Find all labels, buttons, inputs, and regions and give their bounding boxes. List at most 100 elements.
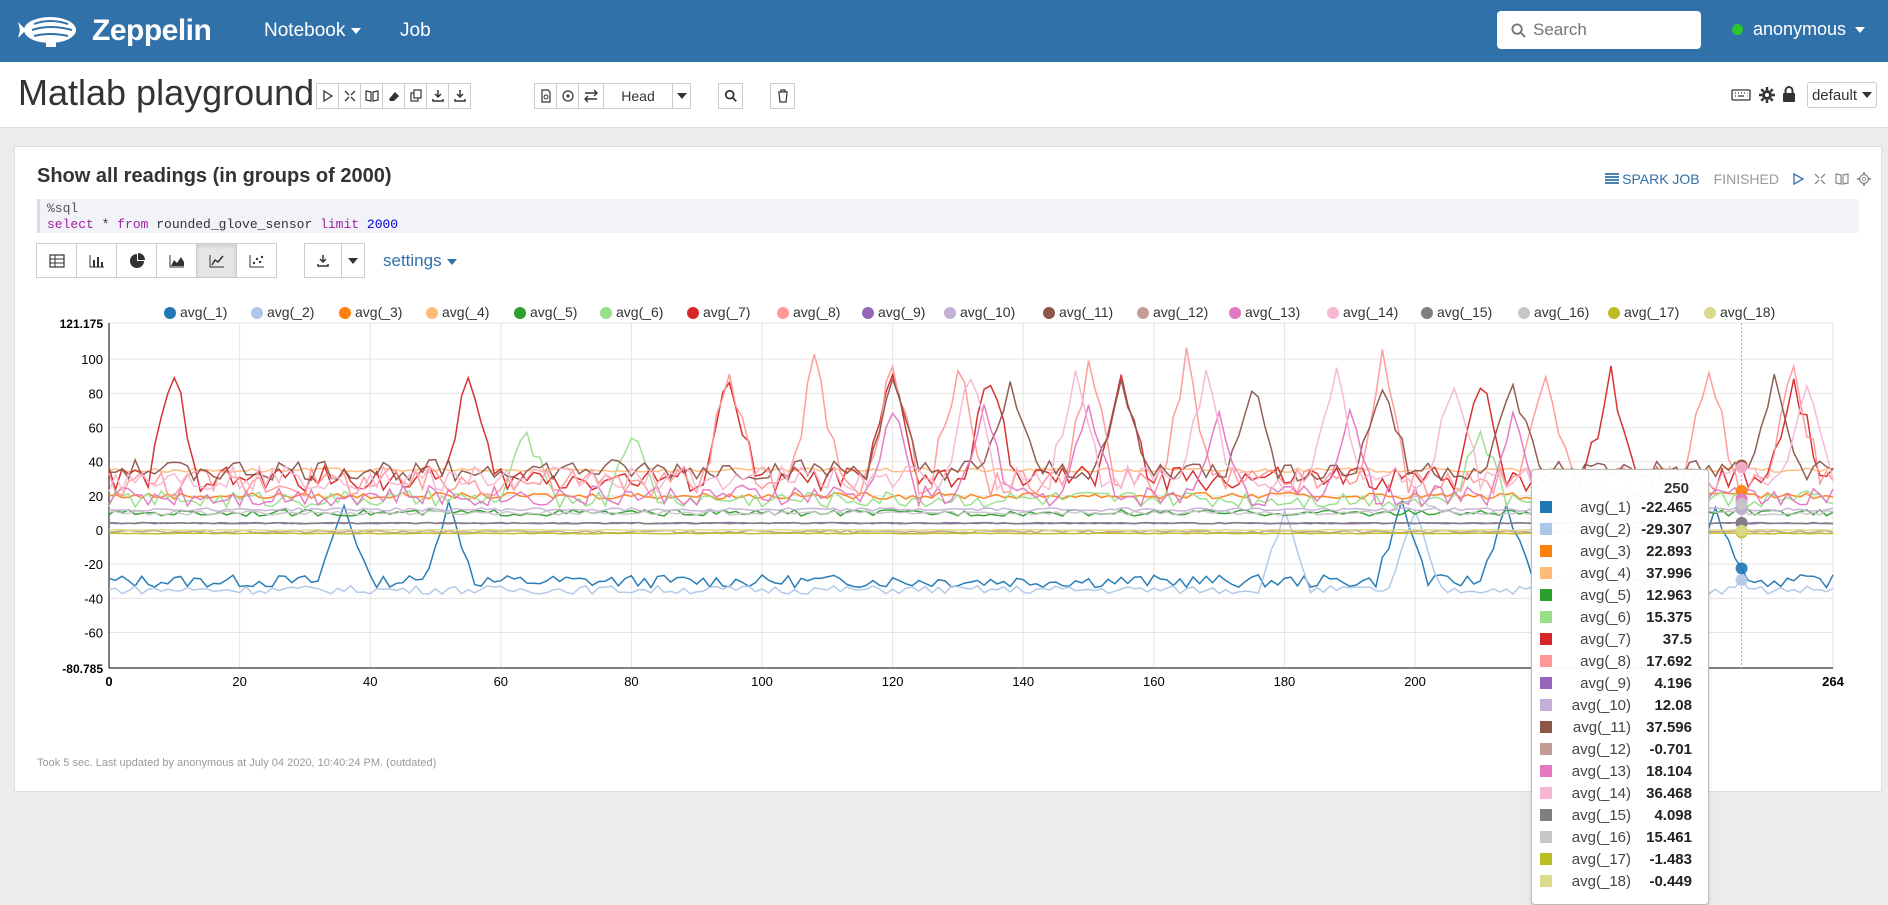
interpreter-binding-select[interactable]: default [1807, 82, 1877, 108]
search-input[interactable] [1533, 20, 1693, 40]
tooltip-swatch [1540, 523, 1552, 535]
legend-swatch [777, 307, 789, 319]
tooltip-swatch [1540, 611, 1552, 623]
legend-swatch [251, 307, 263, 319]
lock-icon[interactable] [1782, 86, 1796, 102]
play-icon[interactable] [1791, 172, 1805, 186]
legend-swatch [1608, 307, 1620, 319]
x-tick-label: 120 [882, 674, 904, 689]
revision-dropdown-button[interactable] [672, 83, 691, 109]
bar-chart-button[interactable] [76, 243, 117, 278]
collapse-icon[interactable] [1813, 172, 1827, 186]
spark-job-link[interactable]: SPARK JOB [1605, 171, 1700, 187]
tooltip-series-value: -29.307 [1641, 520, 1692, 538]
tooltip-row: avg(_6) 15.375 [1532, 606, 1708, 628]
tooltip-series-value: 15.461 [1646, 828, 1692, 846]
version-control-button[interactable] [534, 83, 557, 109]
chart-settings-toggle[interactable]: settings [383, 251, 457, 271]
tooltip-row: avg(_7) 37.5 [1532, 628, 1708, 650]
download-dropdown-button[interactable] [341, 243, 365, 278]
run-all-button[interactable] [316, 83, 339, 109]
tooltip-swatch [1540, 743, 1552, 755]
code-star: * [93, 217, 118, 232]
search-code-button[interactable] [718, 83, 743, 109]
tooltip-series-name: avg(_8) [1580, 652, 1631, 670]
line-chart-icon [209, 254, 224, 267]
export-button[interactable] [426, 83, 449, 109]
notebook-menu[interactable]: Notebook [264, 20, 362, 42]
hide-output-button[interactable] [360, 83, 383, 109]
tooltip-swatch [1540, 677, 1552, 689]
legend-label: avg(_17) [1624, 304, 1679, 320]
chevron-down-icon [348, 257, 358, 264]
brand[interactable]: Zeppelin [18, 12, 212, 50]
hide-code-button[interactable] [338, 83, 361, 109]
book-icon[interactable] [1835, 172, 1849, 186]
tooltip-swatch [1540, 633, 1552, 645]
x-tick-label: 140 [1012, 674, 1034, 689]
page-title[interactable]: Matlab playground [18, 72, 314, 114]
tooltip-series-value: 18.104 [1646, 762, 1692, 780]
revision-select[interactable]: Head [603, 83, 673, 109]
table-view-button[interactable] [36, 243, 77, 278]
eraser-icon [388, 92, 399, 101]
tooltip-series-value: 4.196 [1654, 674, 1692, 692]
keyboard-icon[interactable] [1731, 88, 1751, 102]
scatter-chart-button[interactable] [236, 243, 277, 278]
legend-label: avg(_7) [703, 304, 750, 320]
notebook-toolbar: Matlab playground Head default [0, 62, 1888, 128]
job-link[interactable]: Job [400, 20, 431, 42]
y-tick-label: -40 [84, 591, 103, 606]
delete-notebook-button[interactable] [770, 83, 795, 109]
legend-label: avg(_12) [1153, 304, 1208, 320]
search-box[interactable] [1497, 11, 1701, 49]
tooltip-x-value: 250 [1663, 480, 1689, 497]
tooltip-row: avg(_1) -22.465 [1532, 496, 1708, 518]
hover-point [1735, 524, 1748, 537]
tooltip-swatch [1540, 809, 1552, 821]
y-tick-label: 0 [96, 523, 103, 538]
clear-output-button[interactable] [382, 83, 405, 109]
chevron-down-icon [351, 27, 362, 34]
spark-job-label: SPARK JOB [1622, 171, 1700, 187]
code-editor[interactable]: %sql select * from rounded_glove_sensor … [37, 199, 1859, 233]
scatter-chart-icon [249, 254, 264, 267]
tooltip-series-name: avg(_15) [1571, 806, 1631, 824]
area-chart-button[interactable] [156, 243, 197, 278]
line-chart-button[interactable] [196, 243, 237, 278]
tooltip-row: avg(_18) -0.449 [1532, 870, 1708, 892]
download-data-button[interactable] [304, 243, 342, 278]
chevron-down-icon [676, 93, 687, 99]
paragraph-footer: Took 5 sec. Last updated by anonymous at… [37, 757, 437, 769]
tooltip-series-value: 37.996 [1646, 564, 1692, 582]
paragraph-title[interactable]: Show all readings (in groups of 2000) [37, 165, 392, 188]
x-tick-label: 80 [624, 674, 638, 689]
y-tick-label: 121.175 [60, 317, 104, 331]
bar-chart-icon [89, 254, 104, 267]
pie-chart-button[interactable] [116, 243, 157, 278]
exchange-icon [584, 89, 598, 103]
user-menu[interactable]: anonymous [1732, 19, 1866, 40]
code-line-2: select * from rounded_glove_sensor limit… [47, 217, 1859, 233]
code-keyword-from: from [117, 217, 149, 232]
tooltip-row: avg(_15) 4.098 [1532, 804, 1708, 826]
navbar: Zeppelin Notebook Job anonymous [0, 0, 1888, 62]
gear-icon[interactable] [1857, 172, 1871, 186]
set-revision-button[interactable] [556, 83, 579, 109]
gear-icon[interactable] [1759, 87, 1775, 103]
legend-swatch [1327, 307, 1339, 319]
clone-button[interactable] [404, 83, 427, 109]
compare-revisions-button[interactable] [578, 83, 604, 109]
tooltip-row: avg(_12) -0.701 [1532, 738, 1708, 760]
tooltip-swatch [1540, 589, 1552, 601]
tooltip-swatch [1540, 699, 1552, 711]
tooltip-row: avg(_11) 37.596 [1532, 716, 1708, 738]
tooltip-series-name: avg(_9) [1580, 674, 1631, 692]
x-tick-label: 100 [751, 674, 773, 689]
collapse-icon [344, 90, 355, 102]
tooltip-series-value: 12.963 [1646, 586, 1692, 604]
circle-arrow-icon [561, 90, 574, 102]
tooltip-series-name: avg(_5) [1580, 586, 1631, 604]
legend-swatch [1043, 307, 1055, 319]
export-notebook-button[interactable] [448, 83, 471, 109]
